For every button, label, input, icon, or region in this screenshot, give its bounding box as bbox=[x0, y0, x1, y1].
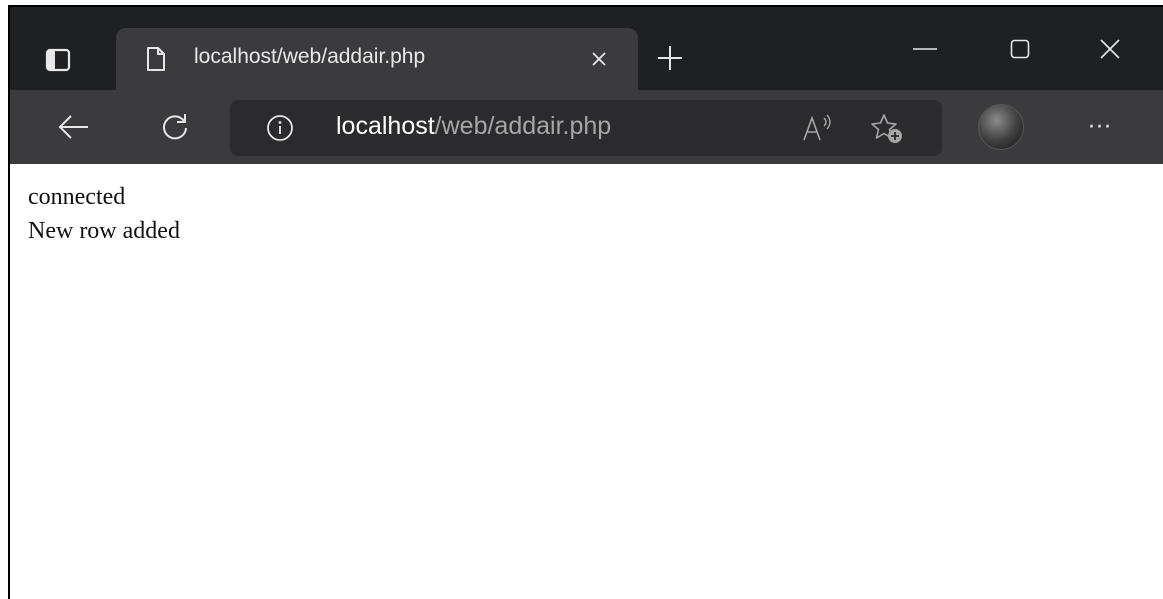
minimize-button[interactable] bbox=[895, 27, 955, 71]
tab-actions-icon bbox=[45, 48, 71, 72]
active-tab[interactable]: localhost/web/addair.php bbox=[116, 28, 638, 90]
info-icon[interactable] bbox=[266, 114, 294, 142]
back-arrow-icon bbox=[58, 115, 88, 139]
maximize-button[interactable] bbox=[990, 27, 1050, 71]
maximize-icon bbox=[1010, 39, 1030, 59]
new-tab-button[interactable] bbox=[650, 38, 690, 78]
tab-title: localhost/web/addair.php bbox=[194, 45, 426, 68]
address-bar[interactable]: localhost/web/addair.php bbox=[230, 100, 942, 156]
close-icon bbox=[592, 52, 606, 66]
tab-actions-button[interactable] bbox=[30, 35, 86, 85]
navigation-toolbar: localhost/web/addair.php ··· bbox=[10, 90, 1163, 164]
tab-strip: localhost/web/addair.php bbox=[10, 7, 1163, 90]
settings-and-more-button[interactable]: ··· bbox=[1075, 102, 1125, 152]
plus-icon bbox=[658, 46, 682, 70]
url-text[interactable]: localhost/web/addair.php bbox=[336, 112, 611, 141]
tab-close-button[interactable] bbox=[586, 46, 612, 72]
add-favorite-icon[interactable] bbox=[870, 112, 906, 146]
back-button[interactable] bbox=[48, 102, 98, 152]
refresh-button[interactable] bbox=[150, 102, 200, 152]
read-aloud-icon[interactable] bbox=[800, 112, 836, 144]
page-icon bbox=[147, 47, 165, 71]
minimize-icon bbox=[913, 48, 937, 50]
status-line-row-added: New row added bbox=[28, 218, 180, 244]
url-host: localhost bbox=[336, 112, 435, 140]
window-close-icon bbox=[1100, 39, 1120, 59]
refresh-icon bbox=[163, 114, 187, 140]
window-close-button[interactable] bbox=[1080, 27, 1140, 71]
browser-window: localhost/web/addair.php localhost/web/a… bbox=[8, 5, 1163, 599]
profile-avatar[interactable] bbox=[978, 104, 1024, 150]
status-line-connected: connected bbox=[28, 184, 126, 210]
page-content: connected New row added bbox=[10, 164, 1163, 599]
url-path: /web/addair.php bbox=[434, 112, 612, 140]
